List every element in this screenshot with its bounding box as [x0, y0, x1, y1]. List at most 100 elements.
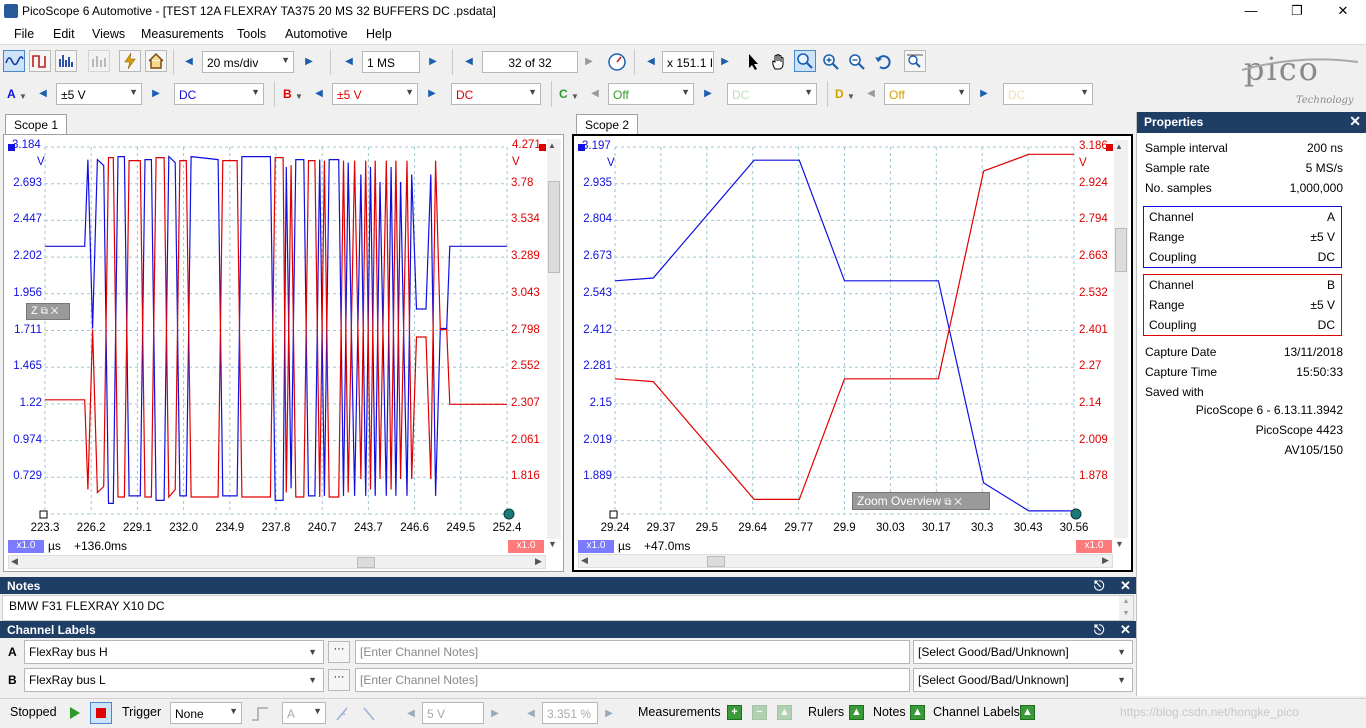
rulers-toggle-icon[interactable]: ▲ — [849, 705, 864, 720]
tab-scope-1[interactable]: Scope 1 — [5, 114, 68, 134]
advanced-trigger-icon[interactable] — [250, 704, 270, 724]
hand-tool-icon[interactable] — [769, 52, 789, 72]
channel-d-range-select[interactable]: Off ▼ — [884, 83, 970, 105]
channel-c-range-select[interactable]: Off ▼ — [608, 83, 694, 105]
label-row-b-notes-input[interactable]: [Enter Channel Notes] — [355, 668, 910, 692]
pointer-tool-icon[interactable] — [744, 52, 764, 72]
scope1-horizontal-scrollbar[interactable]: ◀ ▶ — [8, 555, 546, 569]
add-measurement-icon[interactable]: + — [727, 705, 742, 720]
menu-views[interactable]: Views — [92, 27, 125, 41]
menu-edit[interactable]: Edit — [53, 27, 75, 41]
zoom-prev-icon[interactable]: ◀ — [642, 51, 660, 73]
probe-icon[interactable] — [119, 50, 141, 72]
samples-select[interactable]: 1 MS — [362, 51, 420, 73]
buffer-overview-icon[interactable] — [606, 51, 628, 73]
channel-b-range-prev-icon[interactable]: ◀ — [310, 83, 328, 105]
buffer-next-icon[interactable]: ▶ — [580, 51, 598, 73]
maximize-button[interactable]: ❐ — [1274, 0, 1320, 23]
persistence-mode-icon[interactable] — [29, 50, 51, 72]
zoom-in-icon[interactable] — [821, 52, 841, 72]
zoom-overview-panel[interactable]: Zoom Overview ⧉ ✕ — [852, 492, 990, 510]
zoom-tool-icon[interactable] — [794, 50, 816, 72]
notes-close-icon[interactable]: ✕ — [1120, 578, 1131, 594]
notes-pin-icon[interactable]: ⎋ — [1094, 578, 1104, 594]
properties-close-icon[interactable]: ✕ — [1349, 113, 1361, 130]
label-row-b-status-select[interactable]: [Select Good/Bad/Unknown] ▼ — [913, 668, 1133, 692]
scope1-zoom-overview-tag[interactable]: Z ⧉ ✕ — [26, 303, 70, 320]
scope2-scale-b-badge[interactable]: x1.0 — [1076, 540, 1112, 553]
channel-a-coupling-select[interactable]: DC ▼ — [174, 83, 264, 105]
zoom-out-icon[interactable] — [847, 52, 867, 72]
scope2-hscroll-thumb[interactable] — [707, 556, 725, 567]
scope2-trigger-marker[interactable] — [609, 510, 618, 519]
label-row-a-notes-input[interactable]: [Enter Channel Notes] — [355, 640, 910, 664]
channel-c-range-next-icon[interactable]: ▶ — [699, 83, 717, 105]
scope2-horizontal-scrollbar[interactable]: ◀ ▶ — [578, 554, 1113, 568]
channel-labels-toggle-icon[interactable]: ▲ — [1020, 705, 1035, 720]
label-row-a-name-select[interactable]: FlexRay bus H ▼ — [24, 640, 324, 664]
channel-a-range-select[interactable]: ±5 V ▼ — [56, 83, 142, 105]
trigger-channel-select[interactable]: A ▼ — [282, 702, 326, 724]
scope1-scale-b-badge[interactable]: x1.0 — [508, 540, 544, 553]
label-row-a-more-button[interactable]: ··· — [328, 641, 350, 663]
channel-c-coupling-select[interactable]: DC ▼ — [727, 83, 817, 105]
zoom-next-icon[interactable]: ▶ — [716, 51, 734, 73]
channel-b-range-select[interactable]: ±5 V ▼ — [332, 83, 418, 105]
undo-zoom-icon[interactable] — [873, 52, 893, 72]
scope1-ruler-handle[interactable] — [503, 508, 515, 520]
trigger-level-field[interactable]: 5 V — [422, 702, 484, 724]
minimize-button[interactable]: — — [1228, 0, 1274, 23]
scope1-hscroll-thumb[interactable] — [357, 557, 375, 568]
trigger-position-field[interactable]: 3.351 % — [542, 702, 598, 724]
menu-measurements[interactable]: Measurements — [141, 27, 224, 41]
start-icon[interactable] — [68, 705, 82, 721]
delete-measurement-icon[interactable]: ▲ — [777, 705, 792, 720]
edit-measurement-icon[interactable]: − — [752, 705, 767, 720]
channel-a-range-prev-icon[interactable]: ◀ — [34, 83, 52, 105]
scope2-vscroll-thumb[interactable] — [1115, 228, 1127, 272]
spectrum-mode-icon[interactable] — [55, 50, 77, 72]
close-window-button[interactable]: ✕ — [1320, 0, 1366, 23]
tab-scope-2[interactable]: Scope 2 — [576, 114, 639, 134]
trigger-pos-prev-icon[interactable]: ◀ — [522, 703, 540, 725]
zoom-factor-field[interactable]: x 151.1 I — [662, 51, 714, 73]
trigger-level-next-icon[interactable]: ▶ — [486, 703, 504, 725]
label-row-b-name-select[interactable]: FlexRay bus L ▼ — [24, 668, 324, 692]
channel-labels-close-icon[interactable]: ✕ — [1120, 622, 1131, 638]
trigger-pos-next-icon[interactable]: ▶ — [600, 703, 618, 725]
trigger-level-prev-icon[interactable]: ◀ — [402, 703, 420, 725]
home-icon[interactable] — [145, 50, 167, 72]
channel-b-coupling-select[interactable]: DC ▼ — [451, 83, 541, 105]
notes-textarea[interactable]: BMW F31 FLEXRAY X10 DC ▲ ▼ — [2, 595, 1134, 621]
channel-labels-pin-icon[interactable]: ⎋ — [1094, 622, 1104, 638]
serial-decode-icon[interactable] — [88, 50, 110, 72]
menu-help[interactable]: Help — [366, 27, 392, 41]
scope1-trigger-marker[interactable] — [39, 510, 48, 519]
timebase-select[interactable]: 20 ms/div ▼ — [202, 51, 294, 73]
scope-mode-icon[interactable] — [3, 50, 25, 72]
channel-d-coupling-select[interactable]: DC ▼ — [1003, 83, 1093, 105]
scope1-vertical-scrollbar[interactable]: ▲ — [547, 139, 561, 539]
label-row-a-status-select[interactable]: [Select Good/Bad/Unknown] ▼ — [913, 640, 1133, 664]
menu-file[interactable]: File — [14, 27, 34, 41]
samples-next-icon[interactable]: ▶ — [424, 51, 442, 73]
scope1-scale-a-badge[interactable]: x1.0 — [8, 540, 44, 553]
scope1-vscroll-thumb[interactable] — [548, 181, 560, 273]
scope2-scale-a-badge[interactable]: x1.0 — [578, 540, 614, 553]
notes-toggle-icon[interactable]: ▲ — [910, 705, 925, 720]
buffer-navigator[interactable]: 32 of 32 — [482, 51, 578, 73]
channel-a-range-next-icon[interactable]: ▶ — [147, 83, 165, 105]
scope2-vertical-scrollbar[interactable]: ▲ — [1114, 140, 1128, 538]
scope2-ruler-handle[interactable] — [1070, 508, 1082, 520]
scope-1-chart[interactable] — [4, 135, 565, 573]
trigger-edge-icons[interactable] — [334, 703, 384, 725]
trigger-mode-select[interactable]: None ▼ — [170, 702, 242, 724]
channel-c-range-prev-icon[interactable]: ◀ — [586, 83, 604, 105]
zoom-to-fit-icon[interactable] — [904, 50, 926, 72]
channel-d-range-prev-icon[interactable]: ◀ — [862, 83, 880, 105]
samples-prev-icon[interactable]: ◀ — [340, 51, 358, 73]
menu-tools[interactable]: Tools — [237, 27, 266, 41]
timebase-prev-icon[interactable]: ◀ — [180, 51, 198, 73]
channel-d-range-next-icon[interactable]: ▶ — [975, 83, 993, 105]
channel-b-range-next-icon[interactable]: ▶ — [423, 83, 441, 105]
